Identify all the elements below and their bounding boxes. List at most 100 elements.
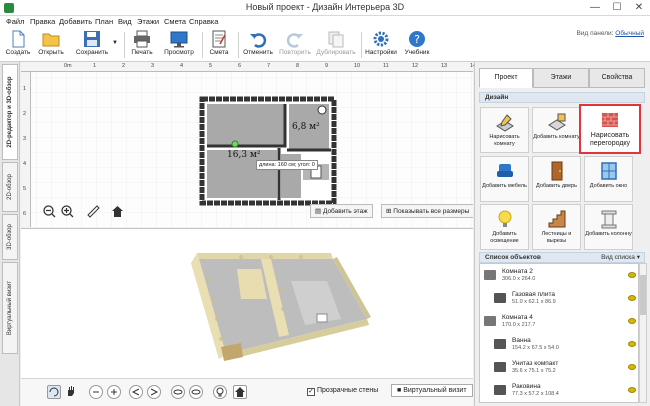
object-dimensions: 51.0 x 62.1 x 86.9 <box>512 299 556 305</box>
tilt-up-button[interactable] <box>171 385 185 399</box>
save-dropdown-icon[interactable]: ▼ <box>112 40 118 46</box>
add-door-button[interactable]: Добавить дверь <box>532 156 581 202</box>
dimension-tooltip: длина: 160 см; угол: 0 <box>256 160 318 170</box>
open-button[interactable]: Открыть <box>36 30 66 60</box>
add-furniture-button[interactable]: Добавить мебель <box>480 156 529 202</box>
lighting-button[interactable] <box>213 385 227 399</box>
draw-room-icon <box>495 114 514 132</box>
object-list-item[interactable]: Газовая плита 51.0 x 62.1 x 86.9 <box>480 290 638 308</box>
visibility-eye-icon[interactable] <box>628 387 636 393</box>
ruler-tick-label: 8 <box>296 63 300 69</box>
visibility-eye-icon[interactable] <box>628 295 636 301</box>
object-list-item[interactable]: Унитаз компакт 35.6 x 75.1 x 75.2 <box>480 359 638 377</box>
measure-button[interactable] <box>87 205 100 220</box>
tab-properties[interactable]: Свойства <box>589 68 645 88</box>
object-name: Унитаз компакт <box>512 360 559 367</box>
pan-mode-button[interactable] <box>65 385 79 399</box>
tab-label: Виртуальный визит <box>7 280 13 336</box>
estimate-button[interactable]: Смета <box>206 30 232 60</box>
zoom-in-3d-button[interactable] <box>107 385 121 399</box>
menu-floors[interactable]: Этажи <box>137 17 159 26</box>
panel-view-label: Вид панели: <box>576 30 614 37</box>
object-dimensions: 170.0 x 217.7 <box>502 322 536 328</box>
add-floor-button[interactable]: ▤ Добавить этаж <box>310 204 373 218</box>
transparent-walls-option[interactable]: ✓ Прозрачные стены <box>307 387 378 396</box>
duplicate-button[interactable]: Дублировать <box>315 30 357 60</box>
home-3d-button[interactable] <box>233 385 247 399</box>
undo-label: Отменить <box>243 49 273 56</box>
visibility-eye-icon[interactable] <box>628 341 636 347</box>
estimate-label: Смета <box>209 49 229 56</box>
zoom-out-3d-button[interactable] <box>89 385 103 399</box>
menu-plan[interactable]: План <box>95 17 113 26</box>
tab-3d-view[interactable]: 3D-обзор <box>2 214 18 260</box>
virtual-visit-button[interactable]: ■ Виртуальный визит <box>391 384 473 397</box>
orbit-left-button[interactable] <box>129 385 143 399</box>
visibility-eye-icon[interactable] <box>628 364 636 370</box>
add-window-button[interactable]: Добавить окно <box>584 156 633 202</box>
tab-2d-editor-3d[interactable]: 2D-редактор и 3D-обзор <box>2 64 18 160</box>
print-button[interactable]: Печать <box>128 30 156 60</box>
orbit-right-button[interactable] <box>147 385 161 399</box>
undo-button[interactable]: Отменить <box>242 30 274 60</box>
show-dimensions-button[interactable]: ⊞ Показывать все размеры <box>381 204 473 218</box>
zoom-out-button[interactable] <box>43 205 56 220</box>
add-lighting-button[interactable]: Добавить освещение <box>480 204 529 250</box>
scrollbar-thumb[interactable] <box>640 275 646 315</box>
create-button[interactable]: Создать <box>4 30 32 60</box>
design-section-header: Дизайн <box>479 92 645 103</box>
menu-file[interactable]: Файл <box>6 17 24 26</box>
menu-edit[interactable]: Правка <box>30 17 55 26</box>
rotate-mode-button[interactable] <box>47 385 61 399</box>
add-room-button[interactable]: Добавить комнату <box>532 107 581 153</box>
tab-label: 3D-обзор <box>7 224 13 250</box>
preview-button[interactable]: Просмотр <box>162 30 196 60</box>
menu-help[interactable]: Справка <box>189 17 218 26</box>
add-column-button[interactable]: Добавить колонну <box>584 204 633 250</box>
ruler-tick-label: 3 <box>151 63 155 69</box>
draw-partition-button[interactable]: Нарисовать перегородку <box>579 104 641 154</box>
zoom-in-button[interactable] <box>61 205 74 220</box>
menu-estimate[interactable]: Смета <box>164 17 186 26</box>
visibility-eye-icon[interactable] <box>628 272 636 278</box>
draw-room-button[interactable]: Нарисовать комнату <box>480 107 529 153</box>
close-button[interactable]: ✕ <box>628 0 650 16</box>
object-name: Раковина <box>512 383 541 390</box>
ruler-tick-label: 6 <box>238 63 242 69</box>
view-3d-canvas[interactable] <box>21 228 473 378</box>
object-list-item[interactable]: Комната 2 306.0 x 264.0 <box>480 267 638 285</box>
menu-view[interactable]: Вид <box>118 17 132 26</box>
redo-button[interactable]: Повторить <box>278 30 312 60</box>
save-button[interactable]: Сохранить <box>70 30 114 60</box>
settings-button[interactable]: Настройки <box>364 30 398 60</box>
add-window-label: Добавить окно <box>589 183 628 189</box>
plan-2d-canvas[interactable]: 6,8 м² 16,3 м² длина: 160 см; угол: 0 ▤ … <box>21 62 473 227</box>
transparent-walls-checkbox[interactable]: ✓ <box>307 388 315 396</box>
visibility-eye-icon[interactable] <box>628 318 636 324</box>
tab-project[interactable]: Проект <box>479 68 533 88</box>
object-list-item[interactable]: Ванна 154.2 x 67.5 x 54.0 <box>480 336 638 354</box>
folder-icon <box>42 33 60 47</box>
object-list-item[interactable]: Раковина 77.3 x 57.2 x 108.4 <box>480 382 638 400</box>
panel-view-value[interactable]: Обычный <box>615 30 644 37</box>
maximize-button[interactable]: ☐ <box>606 0 628 16</box>
list-view-toggle[interactable]: Вид списка ▾ <box>601 253 640 263</box>
tab-virtual-visit[interactable]: Виртуальный визит <box>2 262 18 354</box>
menu-add[interactable]: Добавить <box>59 17 92 26</box>
object-list-item[interactable]: Комната 4 170.0 x 217.7 <box>480 313 638 331</box>
panel-view-selector[interactable]: Вид панели: Обычный <box>577 30 644 37</box>
tilt-down-button[interactable] <box>189 385 203 399</box>
transparent-walls-label: Прозрачные стены <box>316 387 379 394</box>
add-furniture-label: Добавить мебель <box>482 183 527 189</box>
tab-floors[interactable]: Этажи <box>533 68 589 88</box>
minimize-button[interactable]: — <box>584 0 606 16</box>
tutorial-button[interactable]: ? Учебник <box>402 30 432 60</box>
redo-icon <box>286 33 303 48</box>
stairs-button[interactable]: Лестницы и вырезы <box>532 204 581 250</box>
add-floor-label: Добавить этаж <box>322 208 368 215</box>
home-view-button[interactable] <box>111 205 124 220</box>
object-dimensions: 154.2 x 67.5 x 54.0 <box>512 345 559 351</box>
view-3d-toolbar: ✓ Прозрачные стены ■ Виртуальный визит <box>21 378 473 406</box>
object-list[interactable]: Комната 2 306.0 x 264.0 Газовая плита 51.0 … <box>479 263 639 403</box>
tab-2d-view[interactable]: 2D-обзор <box>2 162 18 212</box>
